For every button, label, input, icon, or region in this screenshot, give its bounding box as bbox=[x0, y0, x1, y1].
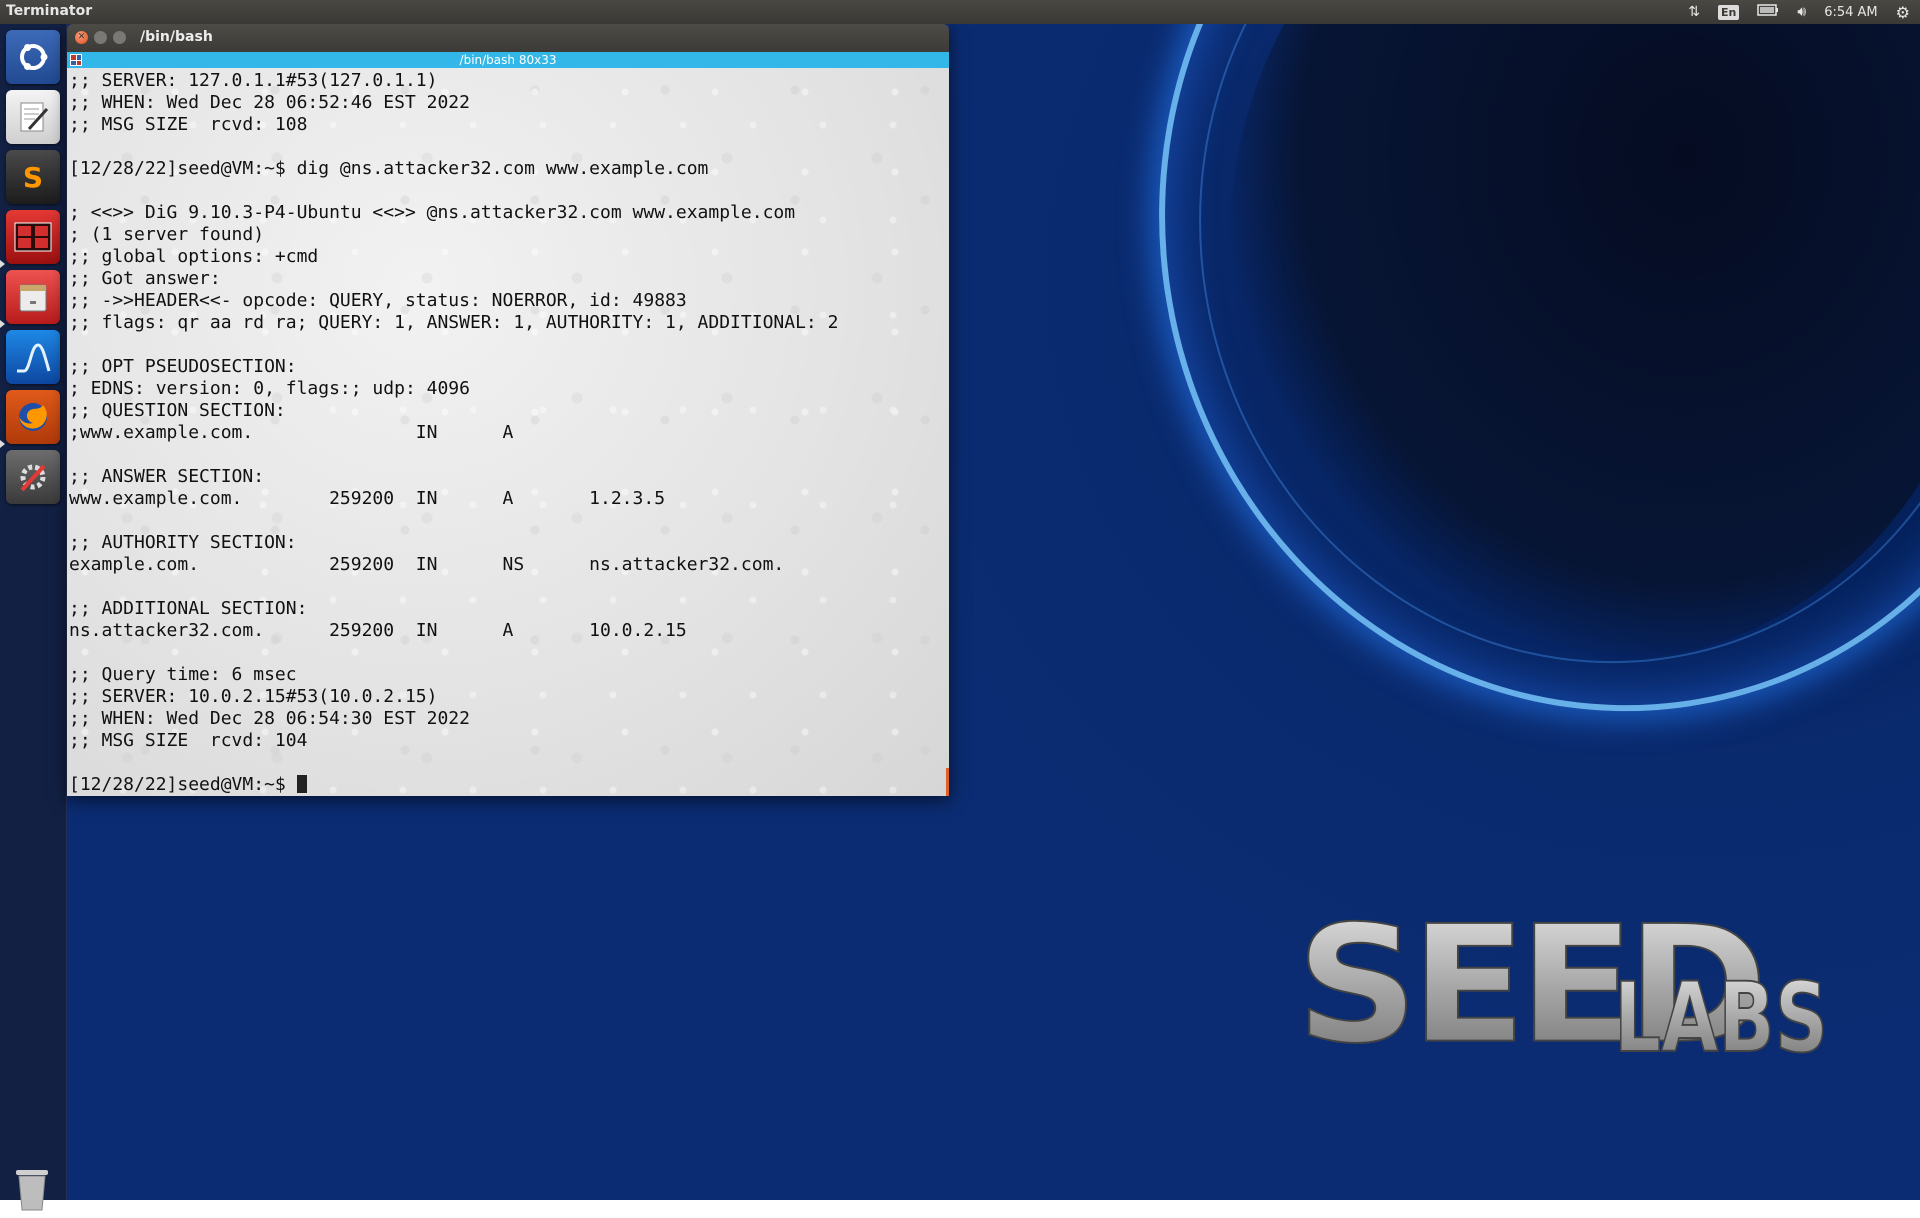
terminal-tab-bar[interactable]: /bin/bash 80x33 bbox=[67, 52, 949, 68]
wireshark-launcher[interactable] bbox=[6, 330, 60, 384]
terminal-line: ;; MSG SIZE rcvd: 108 bbox=[69, 114, 308, 135]
terminal-scroll-indicator[interactable] bbox=[946, 768, 949, 796]
trash-icon bbox=[16, 1170, 48, 1211]
terminal-line: ;; ->>HEADER<<- opcode: QUERY, status: N… bbox=[69, 290, 687, 311]
terminal-line: ;; QUESTION SECTION: bbox=[69, 400, 286, 421]
top-panel: Terminator ⇅ En 🔊︎ 6:54 AM ⚙ bbox=[0, 0, 1920, 24]
terminal-line: ; <<>> DiG 9.10.3-P4-Ubuntu <<>> @ns.att… bbox=[69, 202, 796, 223]
terminal-line: ;; Got answer: bbox=[69, 268, 221, 289]
terminal-line: ;; global options: +cmd bbox=[69, 246, 319, 267]
keyboard-language-indicator[interactable]: En bbox=[1718, 4, 1740, 20]
active-app-title: Terminator bbox=[6, 3, 93, 19]
sublime-text-icon: S bbox=[22, 160, 44, 194]
volume-icon[interactable]: 🔊︎ bbox=[1797, 4, 1806, 20]
terminal-window[interactable]: ✕ /bin/bash /bin/bash 80x33 ;; SERVER: 1… bbox=[67, 24, 949, 796]
sublime-text-launcher[interactable]: S bbox=[6, 150, 60, 204]
file-cabinet-icon bbox=[19, 284, 47, 312]
firefox-icon bbox=[19, 403, 47, 431]
seed-labs-logo: SEED LABS bbox=[1295, 891, 1856, 1081]
shell-prompt: [12/28/22]seed@VM:~$ bbox=[69, 774, 297, 795]
window-minimize-button[interactable] bbox=[94, 31, 107, 44]
terminal-output: ;; SERVER: 127.0.1.1#53(127.0.1.1);; WHE… bbox=[69, 70, 838, 796]
terminal-line: example.com. 259200 IN NS ns.attacker32.… bbox=[69, 554, 785, 575]
launcher: S bbox=[0, 24, 67, 1211]
window-title: /bin/bash bbox=[140, 29, 213, 45]
terminal-line: ;; SERVER: 10.0.2.15#53(10.0.2.15) bbox=[69, 686, 438, 707]
wireshark-fin-icon bbox=[17, 343, 51, 373]
terminator-launcher[interactable] bbox=[6, 210, 60, 264]
firefox-launcher[interactable] bbox=[6, 390, 60, 444]
window-close-button[interactable]: ✕ bbox=[75, 31, 88, 44]
terminal-line: ;; SERVER: 127.0.1.1#53(127.0.1.1) bbox=[69, 70, 438, 91]
wallpaper-planet bbox=[1230, 0, 1920, 660]
terminal-line: ;; WHEN: Wed Dec 28 06:54:30 EST 2022 bbox=[69, 708, 470, 729]
text-editor-icon bbox=[20, 102, 49, 132]
text-editor-launcher[interactable] bbox=[6, 90, 60, 144]
file-manager-launcher[interactable] bbox=[6, 270, 60, 324]
network-arrows-icon[interactable]: ⇅ bbox=[1688, 4, 1700, 20]
terminal-line: ;www.example.com. IN A bbox=[69, 422, 514, 443]
battery-icon[interactable] bbox=[1757, 4, 1779, 20]
text-cursor bbox=[296, 775, 307, 793]
terminal-line: ;; ADDITIONAL SECTION: bbox=[69, 598, 308, 619]
terminator-grid-icon[interactable] bbox=[70, 54, 82, 66]
logo-labs-text: LABS bbox=[1614, 962, 1828, 1060]
system-settings-launcher[interactable] bbox=[6, 450, 60, 504]
terminal-line: ;; ANSWER SECTION: bbox=[69, 466, 265, 487]
trash-launcher[interactable] bbox=[10, 1164, 54, 1214]
terminal-prompt-line[interactable]: [12/28/22]seed@VM:~$ bbox=[69, 774, 838, 796]
terminal-line: ;; AUTHORITY SECTION: bbox=[69, 532, 297, 553]
terminal-titlebar[interactable]: ✕ /bin/bash bbox=[67, 24, 949, 52]
terminal-line: [12/28/22]seed@VM:~$ dig @ns.attacker32.… bbox=[69, 158, 709, 179]
ubuntu-logo-icon bbox=[20, 44, 48, 70]
clock[interactable]: 6:54 AM bbox=[1824, 5, 1877, 20]
terminal-line: www.example.com. 259200 IN A 1.2.3.5 bbox=[69, 488, 666, 509]
terminal-line: ;; MSG SIZE rcvd: 104 bbox=[69, 730, 308, 751]
terminal-tab-title: /bin/bash 80x33 bbox=[459, 53, 557, 67]
window-maximize-button[interactable] bbox=[113, 31, 126, 44]
terminal-line: ;; flags: qr aa rd ra; QUERY: 1, ANSWER:… bbox=[69, 312, 839, 333]
terminal-line: ;; Query time: 6 msec bbox=[69, 664, 297, 685]
terminator-icon bbox=[14, 222, 52, 252]
wrench-settings-icon bbox=[20, 464, 46, 492]
terminal-body[interactable]: ;; SERVER: 127.0.1.1#53(127.0.1.1);; WHE… bbox=[67, 68, 949, 796]
terminal-line: ; EDNS: version: 0, flags:; udp: 4096 bbox=[69, 378, 470, 399]
terminal-line: ; (1 server found) bbox=[69, 224, 265, 245]
settings-gear-icon[interactable]: ⚙ bbox=[1896, 3, 1910, 22]
terminal-line: ;; WHEN: Wed Dec 28 06:52:46 EST 2022 bbox=[69, 92, 470, 113]
dash-home-button[interactable] bbox=[6, 30, 60, 84]
terminal-line: ns.attacker32.com. 259200 IN A 10.0.2.15 bbox=[69, 620, 687, 641]
terminal-line: ;; OPT PSEUDOSECTION: bbox=[69, 356, 297, 377]
